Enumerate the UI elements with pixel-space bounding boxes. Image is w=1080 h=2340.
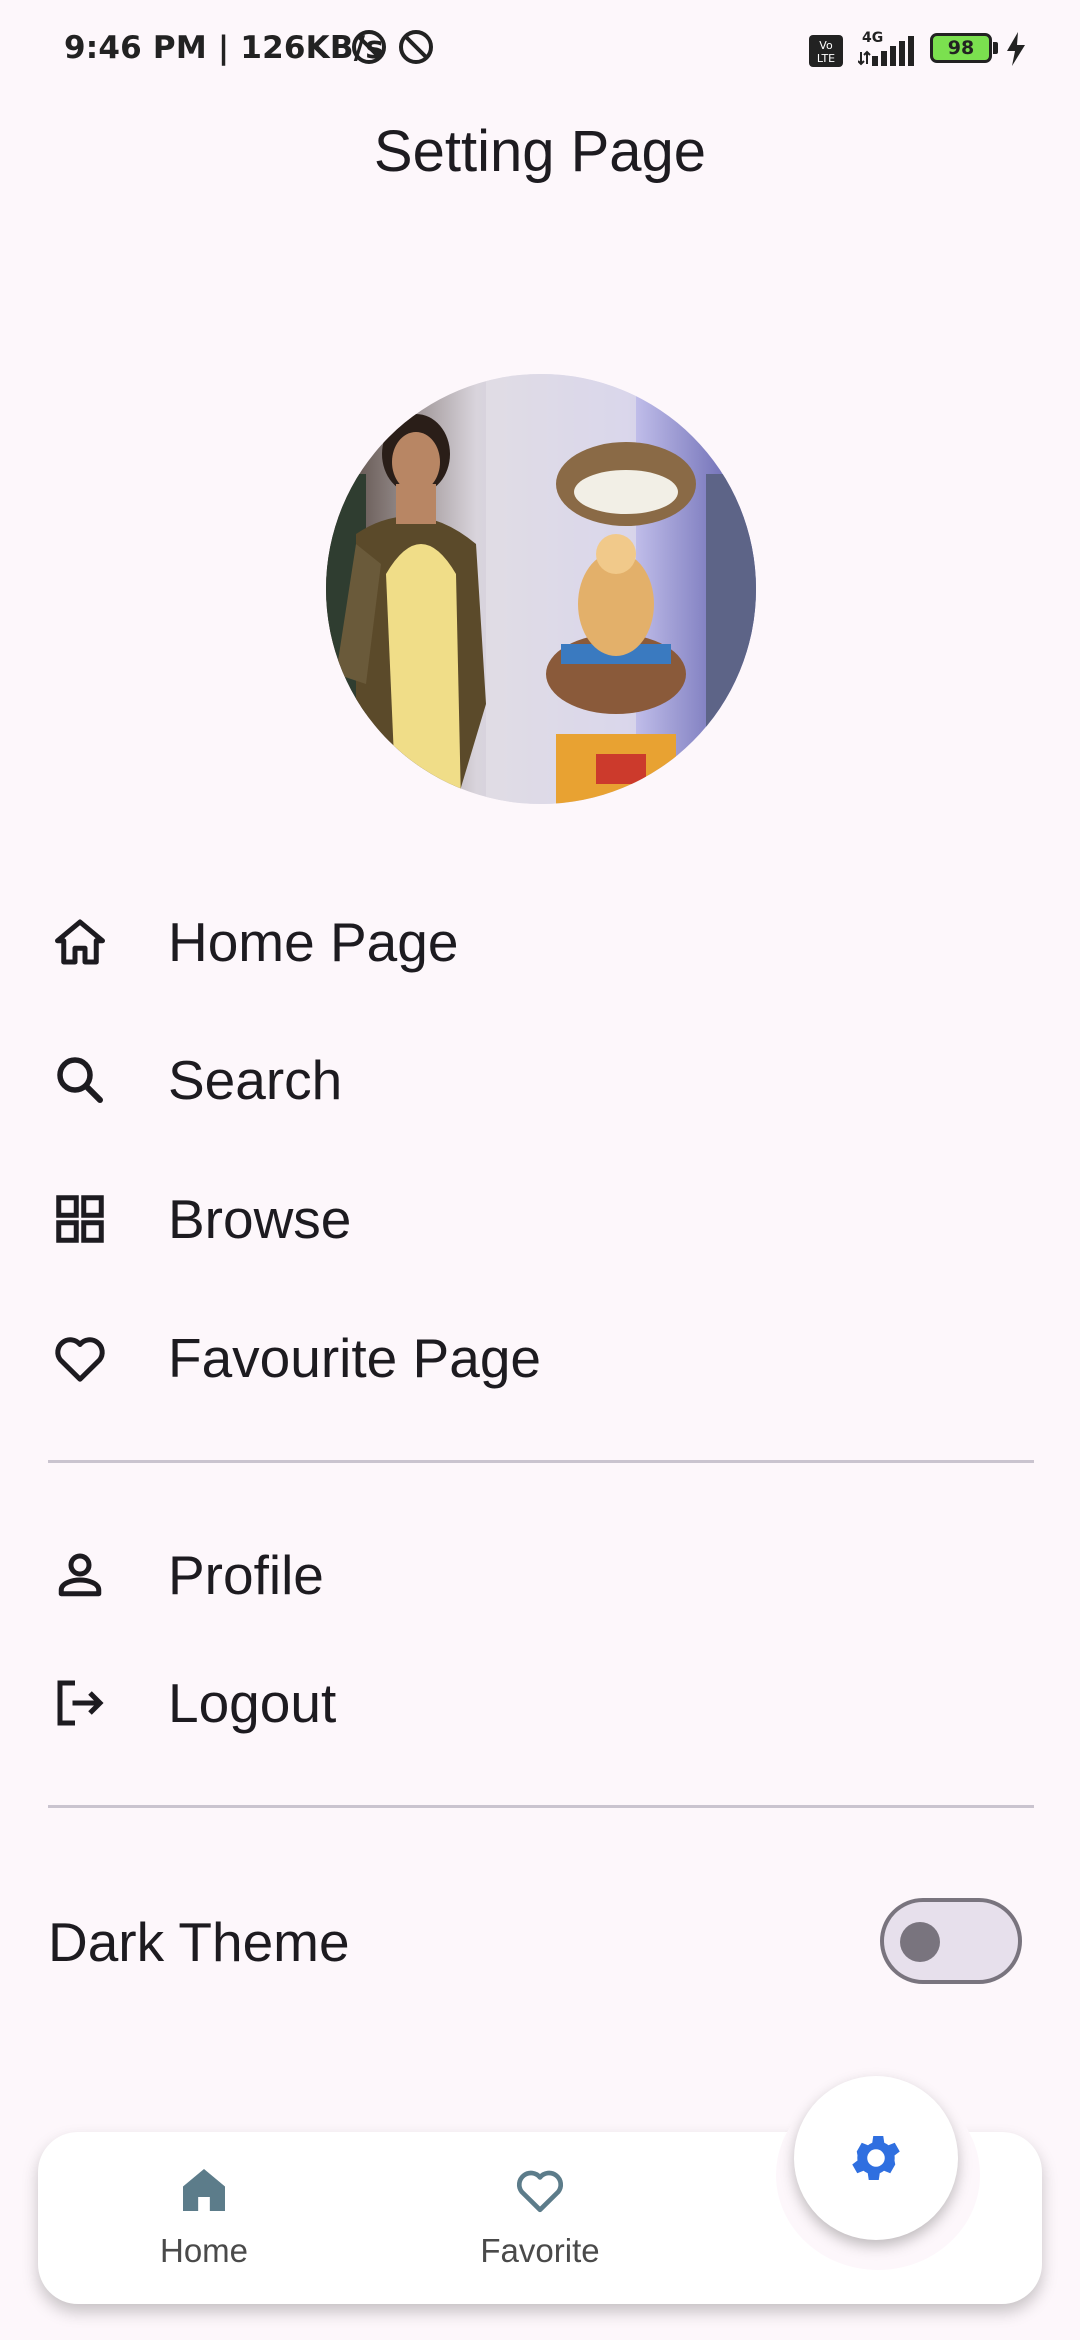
avatar[interactable] <box>326 374 756 804</box>
divider <box>48 1805 1034 1808</box>
signal-icon <box>858 36 914 66</box>
menu-item-profile[interactable]: Profile <box>0 1513 1080 1633</box>
menu-item-browse[interactable]: Browse <box>0 1157 1080 1277</box>
at-sign-icon <box>352 30 386 64</box>
status-bar: 9:46 PM | 126KB/s Vo LTE 4G 98 <box>0 0 1080 100</box>
grid-icon <box>56 1195 104 1243</box>
divider <box>48 1460 1034 1463</box>
dark-theme-label: Dark Theme <box>48 1911 350 1973</box>
svg-text:Vo: Vo <box>819 39 833 52</box>
search-icon <box>57 1057 103 1103</box>
gear-icon <box>852 2136 900 2180</box>
menu-item-label: Logout <box>168 1672 337 1734</box>
heart-icon <box>516 2170 564 2213</box>
menu-item-label: Home Page <box>168 911 459 973</box>
nav-item-label: Favorite <box>480 2232 600 2269</box>
charging-icon <box>1007 32 1025 66</box>
battery-level: 98 <box>947 37 975 59</box>
status-time: 9:46 PM | 126KB/s <box>64 30 384 66</box>
home-filled-icon <box>183 2169 225 2211</box>
person-icon <box>58 1553 102 1597</box>
nav-item-label: Home <box>159 2232 249 2269</box>
menu-item-logout[interactable]: Logout <box>0 1641 1080 1761</box>
menu-item-search[interactable]: Search <box>0 1018 1080 1138</box>
at-sign-icon <box>399 30 433 64</box>
menu-item-favourite-page[interactable]: Favourite Page <box>0 1296 1080 1416</box>
volte-icon: Vo LTE <box>809 35 843 67</box>
battery-icon: 98 <box>930 33 992 63</box>
page-title: Setting Page <box>373 119 707 184</box>
logout-icon <box>57 1680 104 1726</box>
menu-item-label: Profile <box>168 1544 324 1606</box>
svg-text:LTE: LTE <box>817 52 835 65</box>
dark-theme-switch[interactable] <box>880 1898 1022 1984</box>
switch-knob <box>900 1922 940 1962</box>
menu-item-label: Search <box>168 1049 343 1111</box>
menu-item-home-page[interactable]: Home Page <box>0 880 1080 1000</box>
menu-item-label: Browse <box>168 1188 352 1250</box>
heart-icon <box>55 1337 105 1382</box>
settings-fab-button[interactable] <box>794 2076 958 2240</box>
nav-item-home[interactable]: Home <box>94 2152 314 2302</box>
menu-item-label: Favourite Page <box>168 1327 541 1389</box>
nav-item-favorite[interactable]: Favorite <box>430 2152 650 2302</box>
home-icon <box>55 919 105 965</box>
